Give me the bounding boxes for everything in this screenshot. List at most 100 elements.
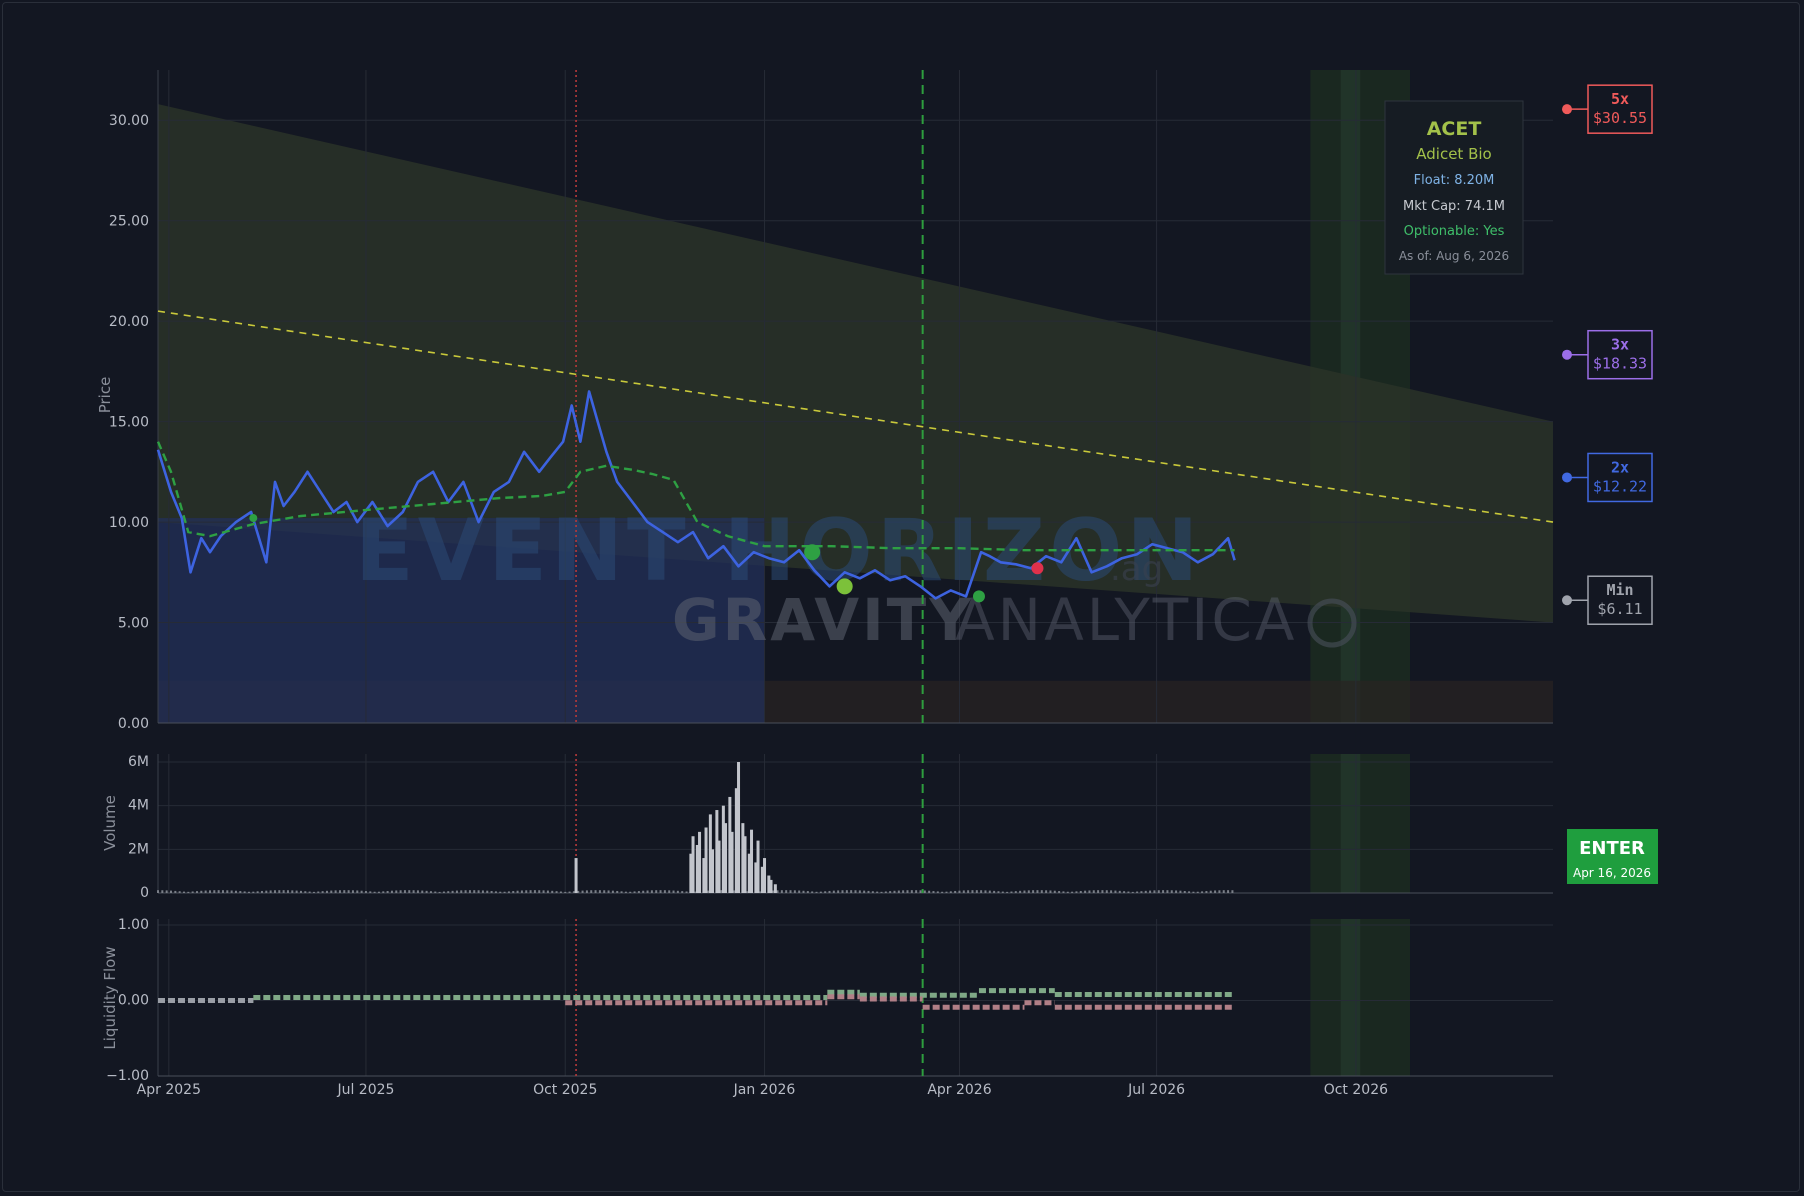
price-tick-label: 20.00 [109, 314, 149, 330]
volume-bar [1023, 890, 1026, 893]
volume-bar [1036, 890, 1039, 893]
volume-bar [1162, 890, 1165, 893]
volume-bar-spike [574, 858, 578, 893]
volume-bar [1144, 890, 1147, 893]
volume-bar [1049, 890, 1052, 893]
volume-bar [915, 890, 918, 893]
volume-bar [278, 890, 281, 893]
volume-bar [936, 891, 939, 893]
volume-bar [533, 890, 536, 893]
volume-bar-cluster [724, 823, 728, 893]
volume-bar [841, 890, 844, 893]
event-dot [836, 578, 853, 595]
level-multiplier: 2x [1611, 458, 1629, 476]
volume-bar [1140, 891, 1143, 893]
volume-bar [386, 890, 389, 893]
level-multiplier: 3x [1611, 336, 1629, 354]
liquidity-axis-label: Liquidity Flow [101, 946, 119, 1049]
volume-bar [338, 890, 341, 893]
event-dot [249, 514, 258, 523]
volume-bar [850, 890, 853, 893]
volume-bar [317, 891, 320, 893]
volume-bar [932, 891, 935, 893]
company-name: Adicet Bio [1416, 145, 1491, 163]
event-dot [972, 590, 985, 603]
level-price: $6.11 [1597, 600, 1642, 618]
volume-bar [182, 891, 185, 893]
shade-band-inner [1340, 754, 1361, 893]
volume-bar [161, 890, 164, 893]
volume-bar [169, 890, 172, 893]
volume-bar [538, 890, 541, 893]
volume-bar [1227, 890, 1230, 893]
volume-bar [845, 890, 848, 893]
volume-bar [876, 891, 879, 893]
volume-bar [542, 890, 545, 893]
volume-bar [364, 891, 367, 893]
volume-bar [204, 890, 207, 893]
volume-bar [655, 890, 658, 893]
volume-bar [672, 890, 675, 893]
volume-bar [564, 891, 567, 893]
volume-bar [1218, 890, 1221, 893]
volume-bar [304, 891, 307, 893]
volume-bar [1209, 890, 1212, 893]
volume-tick-label: 4M [128, 798, 149, 814]
volume-bar [234, 890, 237, 893]
volume-bar [1222, 890, 1225, 893]
volume-bar [460, 890, 463, 893]
volume-bar [321, 891, 324, 893]
volume-bar [525, 890, 528, 893]
volume-bar [157, 890, 159, 893]
volume-bar [1231, 890, 1234, 893]
volume-bar [399, 890, 402, 893]
volume-bar [919, 890, 922, 893]
volume-bar [1066, 891, 1069, 893]
volume-bar [962, 890, 965, 893]
level-price: $12.22 [1593, 477, 1647, 495]
volume-bar [1188, 891, 1191, 893]
volume-bar [395, 890, 398, 893]
volume-tick-label: 6M [128, 754, 149, 770]
volume-bar [1001, 891, 1004, 893]
volume-bar [590, 890, 593, 893]
volume-bar [1110, 890, 1113, 893]
volume-bar [195, 891, 198, 893]
volume-bar [815, 891, 818, 893]
volume-bar [642, 890, 645, 893]
level-marker-3x: 3x$18.33 [1562, 329, 1653, 380]
volume-bar [343, 890, 346, 893]
volume-bar [226, 890, 229, 893]
volume-bar [897, 890, 900, 893]
volume-bar [819, 891, 822, 893]
x-tick-label: Apr 2026 [927, 1082, 991, 1098]
volume-bar [330, 890, 333, 893]
volume-bar-cluster [743, 836, 747, 893]
volume-bar [451, 890, 454, 893]
volume-bar [312, 891, 315, 893]
volume-bar [200, 890, 203, 893]
volume-bar [308, 891, 311, 893]
volume-bar [637, 891, 640, 893]
volume-bar [798, 890, 801, 893]
mktcap-value: Mkt Cap: 74.1M [1403, 199, 1505, 214]
volume-bar [295, 890, 298, 893]
volume-bar [1214, 890, 1217, 893]
volume-bar [629, 891, 632, 893]
volume-bar [585, 890, 588, 893]
volume-bar [620, 891, 623, 893]
watermark-analytica: ANALYTICA [955, 586, 1298, 654]
x-tick-label: Oct 2026 [1324, 1082, 1388, 1098]
volume-bar [273, 890, 276, 893]
volume-bar [1032, 890, 1035, 893]
volume-bar [1045, 890, 1048, 893]
volume-bar [217, 890, 220, 893]
volume-bar [1175, 890, 1178, 893]
volume-bar [928, 890, 931, 893]
volume-bar [421, 890, 424, 893]
volume-bar [477, 890, 480, 893]
volume-bar [832, 890, 835, 893]
volume-bar [464, 890, 467, 893]
volume-tick-label: 0 [140, 885, 149, 901]
ticker-label: ACET [1427, 118, 1482, 140]
